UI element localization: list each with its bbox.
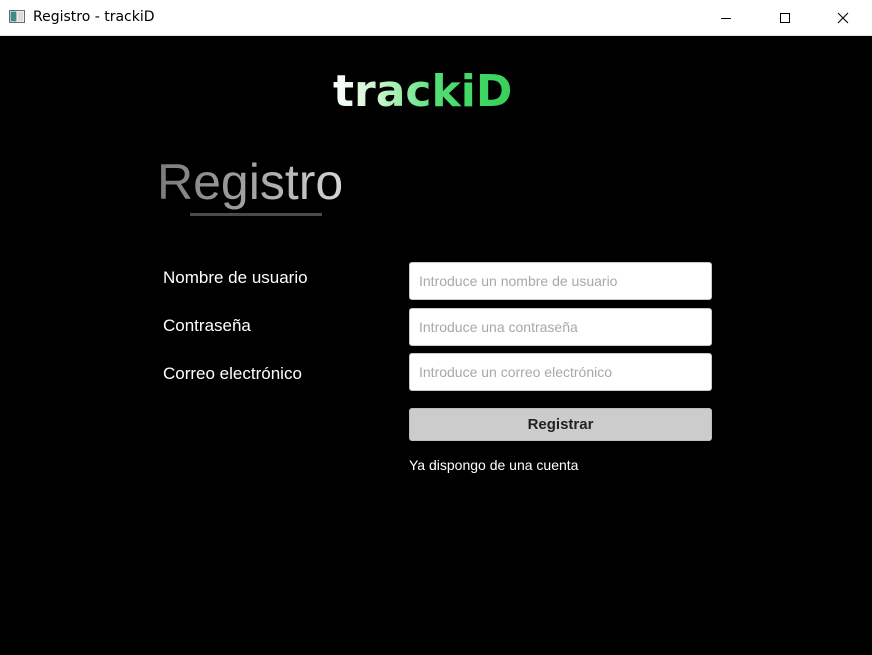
login-link[interactable]: Ya dispongo de una cuenta <box>409 456 578 474</box>
close-icon <box>837 12 849 23</box>
title-underline <box>190 213 322 216</box>
page-title: Registro <box>157 154 344 210</box>
email-label: Correo electrónico <box>163 364 302 383</box>
register-button[interactable]: Registrar <box>409 408 712 441</box>
minimize-button[interactable] <box>697 0 755 35</box>
app-window: Registro - trackiD trackiD Registro Nomb… <box>0 0 872 655</box>
close-button[interactable] <box>814 0 872 35</box>
title-bar: Registro - trackiD <box>0 0 872 36</box>
password-label: Contraseña <box>163 316 251 335</box>
logo-text: trackiD <box>333 66 513 117</box>
window-title: Registro - trackiD <box>33 9 155 25</box>
username-label: Nombre de usuario <box>163 268 308 287</box>
maximize-icon <box>780 12 790 23</box>
email-input[interactable] <box>409 353 712 391</box>
username-input[interactable] <box>409 262 712 300</box>
password-input[interactable] <box>409 308 712 346</box>
minimize-icon <box>721 17 731 19</box>
maximize-button[interactable] <box>756 0 814 35</box>
logo: trackiD <box>333 68 513 118</box>
app-icon <box>9 10 25 23</box>
